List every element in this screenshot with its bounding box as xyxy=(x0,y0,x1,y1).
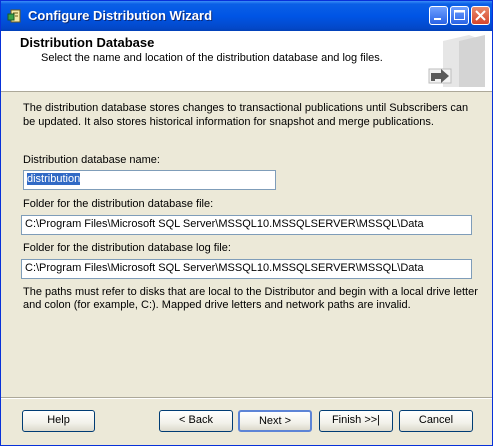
close-icon xyxy=(475,10,486,21)
log-folder-input[interactable]: C:\Program Files\Microsoft SQL Server\MS… xyxy=(21,259,472,279)
server-wizard-graphic-icon xyxy=(428,35,485,87)
help-button[interactable]: Help xyxy=(22,410,95,432)
minimize-button[interactable] xyxy=(429,6,448,25)
db-name-label: Distribution database name: xyxy=(23,154,160,166)
intro-text: The distribution database stores changes… xyxy=(23,102,469,128)
minimize-icon xyxy=(434,18,441,20)
footer-divider xyxy=(1,397,492,399)
wizard-content: The distribution database stores changes… xyxy=(1,92,492,397)
db-folder-label: Folder for the distribution database fil… xyxy=(23,198,214,210)
cancel-button[interactable]: Cancel xyxy=(399,410,473,432)
window-title: Configure Distribution Wizard xyxy=(28,8,213,23)
db-folder-input[interactable]: C:\Program Files\Microsoft SQL Server\MS… xyxy=(21,215,472,235)
maximize-icon xyxy=(454,10,465,20)
finish-button[interactable]: Finish >>| xyxy=(319,410,393,432)
log-folder-label: Folder for the distribution database log… xyxy=(23,242,231,254)
close-button[interactable] xyxy=(471,6,490,25)
maximize-button[interactable] xyxy=(450,6,469,25)
page-subtitle: Select the name and location of the dist… xyxy=(41,52,383,64)
path-note-text: The paths must refer to disks that are l… xyxy=(23,286,478,311)
db-name-input[interactable]: distribution xyxy=(23,170,276,190)
wizard-window: Configure Distribution Wizard Distributi… xyxy=(0,0,493,446)
db-name-value: distribution xyxy=(27,173,81,185)
next-button[interactable]: Next > xyxy=(238,410,312,432)
page-title: Distribution Database xyxy=(20,35,155,50)
wizard-app-icon xyxy=(7,9,21,23)
wizard-header: Distribution Database Select the name an… xyxy=(1,31,492,92)
title-bar[interactable]: Configure Distribution Wizard xyxy=(1,1,492,31)
back-button[interactable]: < Back xyxy=(159,410,233,432)
